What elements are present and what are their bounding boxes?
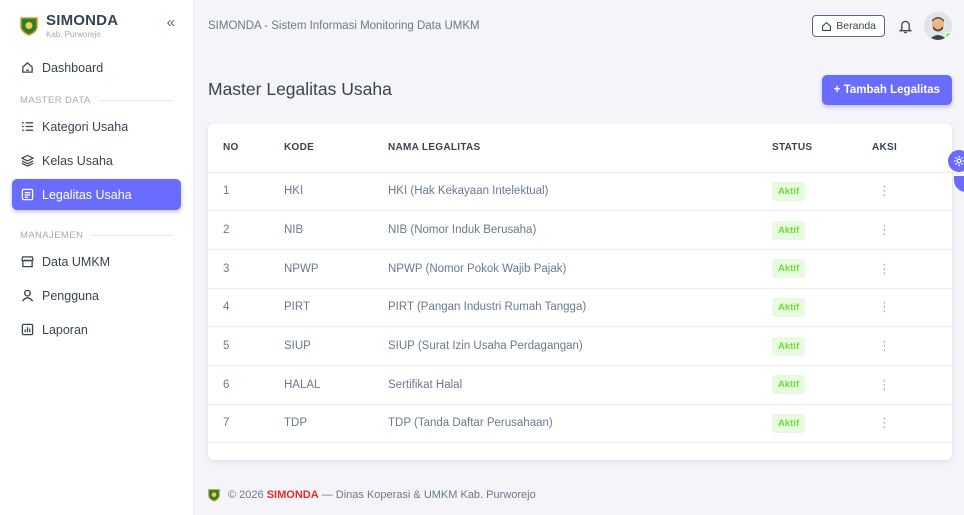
sidebar-item-label: Kategori Usaha — [42, 119, 129, 134]
sidebar-item-laporan[interactable]: Laporan — [12, 314, 181, 345]
navbar-title: SIMONDA - Sistem Informasi Monitoring Da… — [208, 20, 480, 32]
user-icon — [20, 289, 34, 303]
cell-nama: TDP (Tanda Daftar Perusahaan) — [388, 417, 553, 430]
table-row: 3 NPWP NPWP (Nomor Pokok Wajib Pajak) Ak… — [208, 249, 952, 289]
cell-kode: TDP — [284, 417, 307, 430]
logo-icon — [208, 489, 220, 502]
cell-kode: HALAL — [284, 378, 321, 391]
page-title: Master Legalitas Usaha — [208, 79, 392, 99]
list-icon — [20, 120, 34, 134]
more-actions-icon[interactable]: ⋮ — [872, 261, 891, 276]
sidebar-item-label: Kelas Usaha — [42, 153, 113, 168]
cell-no: 3 — [223, 262, 230, 275]
table-row: 5 SIUP SIUP (Surat Izin Usaha Perdaganga… — [208, 327, 952, 366]
store-icon — [20, 255, 34, 269]
cell-kode: NPWP — [284, 262, 319, 275]
more-actions-icon[interactable]: ⋮ — [872, 299, 891, 314]
cell-nama: SIUP (Surat Izin Usaha Perdagangan) — [388, 340, 583, 353]
brand-subtitle: Kab. Purworejo — [46, 30, 101, 39]
cell-nama: Sertifikat Halal — [388, 378, 463, 391]
status-badge: Aktif — [772, 336, 806, 356]
sidebar-item-label: Dashboard — [42, 60, 104, 75]
cell-no: 1 — [223, 185, 230, 198]
home-icon — [20, 61, 34, 75]
table-row: 7 TDP TDP (Tanda Daftar Perusahaan) Akti… — [208, 404, 952, 443]
more-actions-icon[interactable]: ⋮ — [872, 415, 891, 430]
cell-no: 6 — [223, 378, 230, 391]
sidebar-item-pengguna[interactable]: Pengguna — [12, 280, 181, 311]
status-badge: Aktif — [772, 375, 806, 395]
menu-section-manajemen: MANAJEMEN — [12, 224, 181, 246]
more-actions-icon[interactable]: ⋮ — [872, 377, 891, 392]
cell-no: 4 — [223, 301, 230, 314]
layers-icon — [20, 154, 34, 168]
add-legalitas-button[interactable]: + Tambah Legalitas — [821, 75, 952, 105]
legalitas-table: NO KODE NAMA LEGALITAS STATUS AKSI 1 HKI… — [208, 124, 952, 443]
report-icon — [20, 323, 34, 337]
footer-copyright: © 2026 — [228, 489, 264, 501]
footer-brand-link[interactable]: SIMONDA — [267, 489, 319, 501]
cell-nama: HKI (Hak Kekayaan Intelektual) — [388, 185, 549, 198]
sidebar-item-label: Data UMKM — [42, 254, 111, 269]
menu-section-master-data: MASTER DATA — [12, 89, 181, 111]
sidebar: SIMONDA Kab. Purworejo « Dashboard MASTE… — [0, 0, 194, 515]
cell-kode: NIB — [284, 224, 304, 237]
collapse-sidebar-icon[interactable]: « — [167, 14, 175, 31]
home-icon — [822, 21, 832, 31]
status-badge: Aktif — [772, 259, 806, 279]
sidebar-item-label: Pengguna — [42, 288, 100, 303]
table-header-row: NO KODE NAMA LEGALITAS STATUS AKSI — [208, 124, 952, 173]
more-actions-icon[interactable]: ⋮ — [872, 338, 891, 353]
sidebar-item-data-umkm[interactable]: Data UMKM — [12, 246, 181, 277]
footer-text: — Dinas Koperasi & UMKM Kab. Purworejo — [321, 489, 536, 501]
cell-no: 2 — [223, 224, 230, 237]
brand-name: SIMONDA — [46, 12, 119, 29]
customizer-toggle-icon[interactable] — [954, 176, 964, 192]
column-header-kode: KODE — [284, 124, 388, 173]
table-row: 2 NIB NIB (Nomor Induk Berusaha) Aktif ⋮ — [208, 211, 952, 250]
table-row: 6 HALAL Sertifikat Halal Aktif ⋮ — [208, 365, 952, 405]
legalitas-table-card: NO KODE NAMA LEGALITAS STATUS AKSI 1 HKI… — [208, 124, 952, 460]
column-header-aksi: AKSI — [872, 124, 952, 173]
sidebar-item-legalitas-usaha[interactable]: Legalitas Usaha — [12, 179, 181, 210]
avatar[interactable] — [924, 12, 952, 40]
beranda-label: Beranda — [836, 20, 876, 32]
column-header-status: STATUS — [772, 124, 872, 173]
cell-nama: NPWP (Nomor Pokok Wajib Pajak) — [388, 262, 567, 275]
cell-no: 5 — [223, 340, 230, 353]
more-actions-icon[interactable]: ⋮ — [872, 183, 891, 198]
column-header-no: NO — [208, 124, 284, 173]
footer: © 2026 SIMONDA — Dinas Koperasi & UMKM K… — [208, 488, 536, 502]
sidebar-item-dashboard[interactable]: Dashboard — [12, 52, 181, 83]
online-status-dot — [945, 32, 952, 40]
cell-kode: PIRT — [284, 301, 310, 314]
status-badge: Aktif — [772, 220, 806, 240]
status-badge: Aktif — [772, 413, 806, 433]
settings-gear-icon[interactable] — [948, 150, 964, 172]
cell-nama: PIRT (Pangan Industri Rumah Tangga) — [388, 301, 587, 314]
more-actions-icon[interactable]: ⋮ — [872, 222, 891, 237]
cell-kode: SIUP — [284, 340, 311, 353]
sidebar-item-kelas-usaha[interactable]: Kelas Usaha — [12, 145, 181, 176]
cell-nama: NIB (Nomor Induk Berusaha) — [388, 224, 537, 237]
status-badge: Aktif — [772, 297, 806, 317]
brand[interactable]: SIMONDA Kab. Purworejo « — [0, 0, 193, 52]
document-icon — [20, 188, 34, 202]
sidebar-item-label: Legalitas Usaha — [42, 187, 132, 202]
beranda-button[interactable]: Beranda — [812, 15, 885, 37]
table-row: 1 HKI HKI (Hak Kekayaan Intelektual) Akt… — [208, 172, 952, 211]
table-row: 4 PIRT PIRT (Pangan Industri Rumah Tangg… — [208, 288, 952, 327]
logo-icon — [20, 17, 38, 36]
top-navbar: SIMONDA - Sistem Informasi Monitoring Da… — [194, 0, 964, 52]
cell-kode: HKI — [284, 185, 304, 198]
column-header-nama: NAMA LEGALITAS — [388, 124, 772, 173]
cell-no: 7 — [223, 417, 230, 430]
sidebar-item-label: Laporan — [42, 322, 88, 337]
status-badge: Aktif — [772, 181, 806, 201]
bell-icon[interactable] — [899, 19, 912, 34]
sidebar-item-kategori-usaha[interactable]: Kategori Usaha — [12, 111, 181, 142]
sidebar-menu: Dashboard MASTER DATA Kategori Usaha Kel… — [0, 52, 193, 345]
